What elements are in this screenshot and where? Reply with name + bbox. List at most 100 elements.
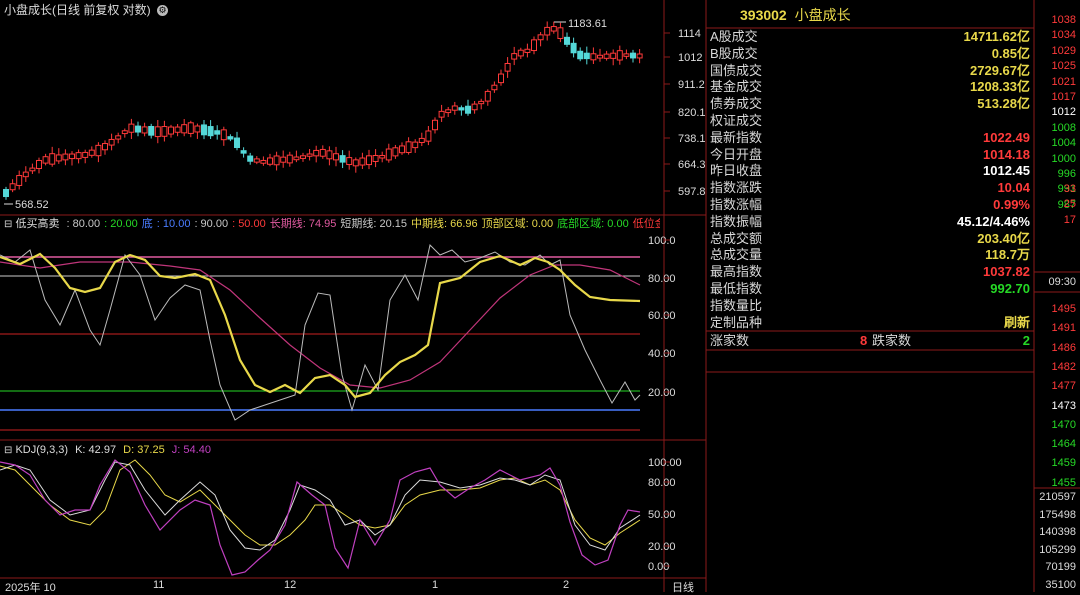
candle-up: [636, 53, 643, 59]
candle-up: [128, 123, 135, 133]
strip-lower-price-4: 1477: [1051, 380, 1076, 393]
candle-up: [319, 148, 326, 157]
candle-up: [498, 73, 504, 84]
candle-up: [432, 119, 438, 131]
up-count-label: 涨家数: [710, 333, 750, 348]
candle-down: [234, 137, 240, 149]
candle-up: [557, 27, 564, 39]
candle-up: [36, 159, 42, 170]
candle-up: [115, 135, 122, 140]
breadth-row: 涨家数 8 跌家数 2: [710, 333, 1030, 349]
kdj-y-tick: 80.00: [648, 477, 676, 489]
candle-up: [181, 124, 188, 134]
candle-up: [121, 130, 128, 135]
info-row-label: B股成交: [710, 45, 758, 61]
candle-up: [108, 138, 115, 146]
kdj-d-value: D: 37.25: [123, 444, 165, 456]
candle-up: [267, 157, 273, 165]
indicator-param-0: : 80.00: [66, 218, 101, 230]
candle-up: [300, 155, 306, 159]
candle-up: [405, 141, 412, 153]
info-row-17[interactable]: 定制品种 刷新: [710, 315, 1030, 331]
candle-down: [207, 126, 214, 137]
candle-up: [293, 156, 300, 161]
x-axis-label-nov: 11: [153, 579, 165, 591]
long-term-line: [0, 261, 641, 389]
strip-price-10: 996: [1057, 168, 1076, 180]
main-y-tick: 911.2: [678, 79, 705, 91]
candle-up: [88, 149, 95, 156]
settings-gear-icon[interactable]: ⚙: [157, 5, 169, 17]
info-row-11: 指数振幅 45.12/4.46%: [710, 214, 1030, 230]
info-row-label: 指数涨幅: [710, 197, 763, 212]
indicator-param-5: : 50.00: [232, 218, 266, 230]
main-y-tick: 1012: [678, 52, 702, 64]
candle-up: [333, 153, 339, 161]
info-row-value: 45.12/4.46%: [956, 213, 1030, 229]
strip-lower-price-1: 1491: [1051, 322, 1076, 335]
info-row-label: 最低指数: [710, 281, 763, 296]
info-row-label: 指数振幅: [710, 213, 763, 229]
indicator-param-3: : 10.00: [156, 218, 191, 230]
period-label[interactable]: 日线: [672, 579, 694, 595]
candle-up: [55, 154, 62, 162]
indicator-param-8: 中期线: 66.96: [411, 218, 478, 230]
indicator-expand-icon[interactable]: ⊟: [4, 219, 12, 230]
info-row-label: 指数涨跌: [710, 180, 763, 196]
index-code: 393002: [740, 7, 787, 23]
candle-up: [306, 153, 313, 157]
kdj-expand-icon[interactable]: ⊟: [4, 445, 12, 456]
info-row-value: 513.28亿: [977, 96, 1030, 112]
strip-lower-price-0: 1495: [1051, 303, 1076, 315]
info-row-4: 债券成交 513.28亿: [710, 96, 1030, 112]
strip-pct-0: 33: [1063, 183, 1076, 195]
kdj-lines: [0, 459, 641, 576]
strip-lower-price-3: 1482: [1051, 360, 1076, 373]
candle-up: [597, 54, 603, 59]
candle-up: [326, 150, 333, 160]
axis-ticks: 1114 1012 911.2 820.1 738.1 664.3 597.8 100.0 80…: [648, 28, 706, 573]
info-row-value: 2729.67亿: [970, 62, 1030, 78]
main-panel-title: 小盘成长(日线 前复权 对数): [4, 3, 151, 17]
info-row-10: 指数涨幅 0.99%: [710, 197, 1030, 213]
candle-down: [630, 52, 636, 59]
up-count-value: 8: [860, 333, 868, 348]
strip-price-9: 1000: [1051, 152, 1076, 165]
kdj-j-line: [0, 459, 641, 576]
candle-down: [240, 150, 247, 154]
indicator-param-4: : 90.00: [194, 218, 229, 230]
strip-lower-price-8: 1459: [1051, 457, 1076, 470]
info-row-5: 权证成交: [710, 113, 1030, 129]
candle-up: [16, 175, 23, 186]
info-row-value: 1012.45: [983, 163, 1030, 179]
indicator-params: : 80.00: 20.00 底: 10.00: 90.00: 50.00 长期线:…: [63, 218, 660, 230]
strip-price-4: 1021: [1051, 75, 1076, 88]
kdj-y-tick: 0.00: [648, 561, 669, 573]
main-y-tick: 664.3: [678, 159, 706, 171]
info-row-value: 0.99%: [993, 197, 1030, 212]
candle-up: [260, 159, 267, 164]
candle-up: [511, 53, 518, 60]
candle-up: [359, 157, 366, 166]
candle-up: [445, 109, 452, 114]
indicator-y-tick: 80.00: [648, 273, 676, 285]
candle-up: [161, 126, 168, 137]
candle-up: [253, 158, 260, 163]
candle-up: [29, 167, 36, 172]
candle-down: [247, 155, 254, 162]
candle-down: [577, 50, 584, 60]
strip-lower-price-9: 1455: [1051, 476, 1076, 489]
candle-up: [504, 63, 511, 72]
kdj-y-tick: 100.00: [648, 457, 682, 469]
info-row-1: B股成交 0.85亿: [710, 46, 1030, 62]
candle-up: [42, 156, 49, 164]
down-count-value: 2: [1022, 333, 1030, 348]
candle-down: [583, 52, 590, 60]
candle-down: [214, 130, 221, 135]
candle-up: [544, 26, 551, 36]
candle-up: [102, 143, 108, 151]
high-price-label: 1183.61: [568, 18, 607, 30]
info-row-2: 国债成交 2729.67亿: [710, 63, 1030, 79]
indicator-panel-title-bar: ⊟ 低买高卖 : 80.00: 20.00 底: 10.00: 90.00: 50…: [4, 217, 660, 231]
candle-down: [3, 188, 9, 198]
